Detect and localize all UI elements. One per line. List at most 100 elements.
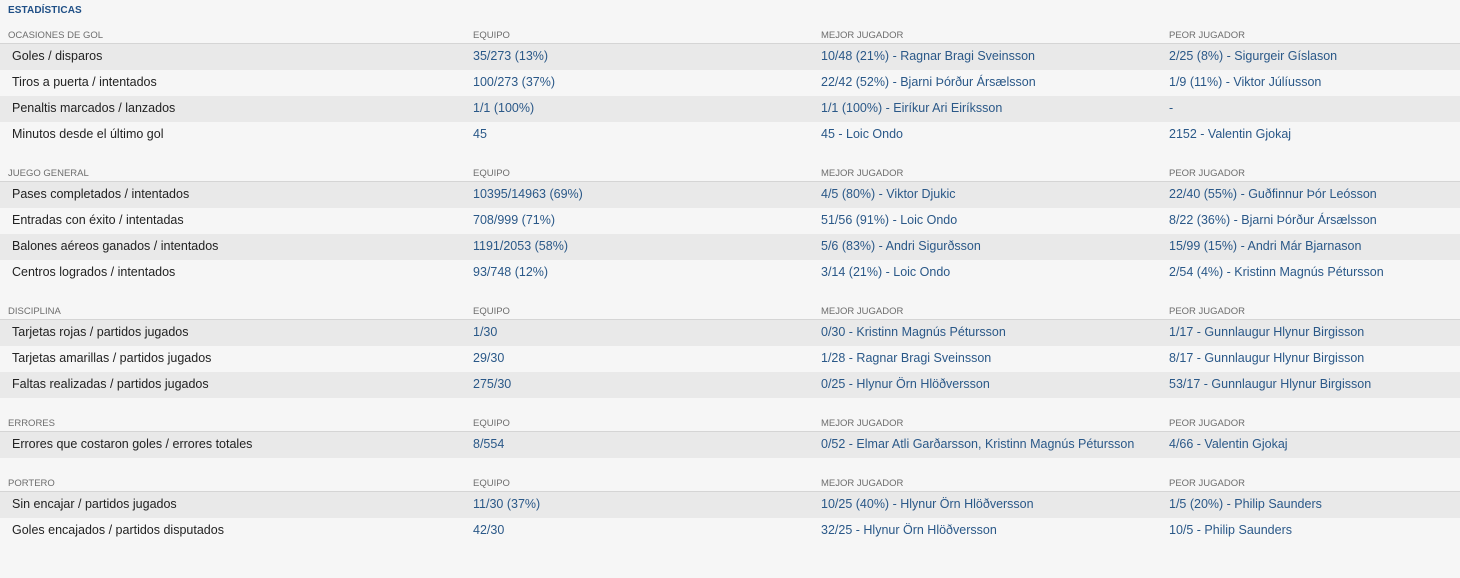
stat-row: Penaltis marcados / lanzados 1/1 (100%) 1/… xyxy=(0,96,1460,122)
worst-player-value[interactable]: 8/17 - Gunnlaugur Hlynur Birgisson xyxy=(1169,351,1364,365)
stat-row: Tarjetas amarillas / partidos jugados 29/… xyxy=(0,346,1460,372)
stat-label: Balones aéreos ganados / intentados xyxy=(12,239,219,253)
section-title: JUEGO GENERAL xyxy=(8,168,89,179)
column-header-team: EQUIPO xyxy=(473,30,510,41)
section-header: ERRORES EQUIPO MEJOR JUGADOR PEOR JUGADOR xyxy=(0,417,1460,432)
stat-label: Tiros a puerta / intentados xyxy=(12,75,157,89)
team-value: 35/273 (13%) xyxy=(473,49,549,63)
stat-label: Tarjetas rojas / partidos jugados xyxy=(12,325,189,339)
best-player-value[interactable]: 0/25 - Hlynur Örn Hlöðversson xyxy=(821,377,990,391)
stat-row: Balones aéreos ganados / intentados 1191/… xyxy=(0,234,1460,260)
team-value: 1/1 (100%) xyxy=(473,101,535,115)
stat-label: Penaltis marcados / lanzados xyxy=(12,101,176,115)
section-title: ERRORES xyxy=(8,418,55,429)
stat-label: Centros logrados / intentados xyxy=(12,265,176,279)
team-value: 29/30 xyxy=(473,351,505,365)
stat-label: Entradas con éxito / intentadas xyxy=(12,213,184,227)
column-header-worst: PEOR JUGADOR xyxy=(1169,478,1246,489)
section-disciplina: DISCIPLINA EQUIPO MEJOR JUGADOR PEOR JUGADO… xyxy=(0,305,1460,398)
worst-player-value[interactable]: 1/5 (20%) - Philip Saunders xyxy=(1169,497,1322,511)
stat-row: Centros logrados / intentados 93/748 (12%… xyxy=(0,260,1460,286)
best-player-value[interactable]: 45 - Loic Ondo xyxy=(821,127,903,141)
column-header-best: MEJOR JUGADOR xyxy=(821,306,904,317)
best-player-value[interactable]: 1/1 (100%) - Eiríkur Ari Eiríksson xyxy=(821,101,1002,115)
section-title: OCASIONES DE GOL xyxy=(8,30,104,41)
team-value: 10395/14963 (69%) xyxy=(473,187,583,201)
team-value: 708/999 (71%) xyxy=(473,213,556,227)
worst-player-value[interactable]: 1/9 (11%) - Viktor Júlíusson xyxy=(1169,75,1321,89)
column-header-team: EQUIPO xyxy=(473,478,510,489)
team-value: 275/30 xyxy=(473,377,512,391)
worst-player-value[interactable]: 1/17 - Gunnlaugur Hlynur Birgisson xyxy=(1169,325,1364,339)
section-portero: PORTERO EQUIPO MEJOR JUGADOR PEOR JUGADOR Si… xyxy=(0,477,1460,544)
team-value: 11/30 (37%) xyxy=(473,497,541,511)
stat-row: Pases completados / intentados 10395/1496… xyxy=(0,182,1460,208)
page-title: ESTADÍSTICAS xyxy=(8,5,82,16)
best-player-value[interactable]: 32/25 - Hlynur Örn Hlöðversson xyxy=(821,523,997,537)
worst-player-value[interactable]: 22/40 (55%) - Guðfinnur Þór Leósson xyxy=(1169,187,1377,201)
worst-player-value[interactable]: 53/17 - Gunnlaugur Hlynur Birgisson xyxy=(1169,377,1371,391)
team-value: 1/30 xyxy=(473,325,498,339)
section-title: DISCIPLINA xyxy=(8,306,61,317)
section-juego-general: JUEGO GENERAL EQUIPO MEJOR JUGADOR PEOR JUG… xyxy=(0,167,1460,286)
stat-row: Tarjetas rojas / partidos jugados 1/30 0/3… xyxy=(0,320,1460,346)
best-player-value[interactable]: 1/28 - Ragnar Bragi Sveinsson xyxy=(821,351,991,365)
worst-player-value[interactable]: 4/66 - Valentin Gjokaj xyxy=(1169,437,1288,451)
worst-player-value[interactable]: - xyxy=(1169,101,1173,115)
stat-row: Goles / disparos 35/273 (13%) 10/48 (21%) … xyxy=(0,44,1460,70)
stat-row: Entradas con éxito / intentadas 708/999 (… xyxy=(0,208,1460,234)
section-header: PORTERO EQUIPO MEJOR JUGADOR PEOR JUGADOR xyxy=(0,477,1460,492)
best-player-value[interactable]: 10/25 (40%) - Hlynur Örn Hlöðversson xyxy=(821,497,1034,511)
stat-label: Goles encajados / partidos disputados xyxy=(12,523,224,537)
stat-row: Faltas realizadas / partidos jugados 275/… xyxy=(0,372,1460,398)
worst-player-value[interactable]: 10/5 - Philip Saunders xyxy=(1169,523,1292,537)
stat-label: Faltas realizadas / partidos jugados xyxy=(12,377,209,391)
team-value: 42/30 xyxy=(473,523,505,537)
worst-player-value[interactable]: 2/54 (4%) - Kristinn Magnús Pétursson xyxy=(1169,265,1384,279)
best-player-value[interactable]: 5/6 (83%) - Andri Sigurðsson xyxy=(821,239,981,253)
worst-player-value[interactable]: 8/22 (36%) - Bjarni Þórður Ársælsson xyxy=(1169,213,1377,227)
team-value: 45 xyxy=(473,127,487,141)
column-header-worst: PEOR JUGADOR xyxy=(1169,168,1246,179)
section-header: JUEGO GENERAL EQUIPO MEJOR JUGADOR PEOR JUG… xyxy=(0,167,1460,182)
stat-row: Tiros a puerta / intentados 100/273 (37%)… xyxy=(0,70,1460,96)
best-player-value[interactable]: 51/56 (91%) - Loic Ondo xyxy=(821,213,957,227)
stat-label: Tarjetas amarillas / partidos jugados xyxy=(12,351,212,365)
column-header-best: MEJOR JUGADOR xyxy=(821,30,904,41)
section-header: DISCIPLINA EQUIPO MEJOR JUGADOR PEOR JUGADO… xyxy=(0,305,1460,320)
stat-row: Sin encajar / partidos jugados 11/30 (37%… xyxy=(0,492,1460,518)
stat-row: Minutos desde el último gol 45 45 - Loic O… xyxy=(0,122,1460,148)
stat-label: Sin encajar / partidos jugados xyxy=(12,497,177,511)
section-title: PORTERO xyxy=(8,478,55,489)
worst-player-value[interactable]: 2152 - Valentin Gjokaj xyxy=(1169,127,1291,141)
stat-label: Pases completados / intentados xyxy=(12,187,190,201)
column-header-worst: PEOR JUGADOR xyxy=(1169,30,1246,41)
column-header-team: EQUIPO xyxy=(473,168,510,179)
section-header: OCASIONES DE GOL EQUIPO MEJOR JUGADOR PEOR … xyxy=(0,29,1460,44)
best-player-value[interactable]: 0/52 - Elmar Atli Garðarsson, Kristinn M… xyxy=(821,437,1134,451)
column-header-worst: PEOR JUGADOR xyxy=(1169,418,1246,429)
column-header-best: MEJOR JUGADOR xyxy=(821,168,904,179)
stat-row: Errores que costaron goles / errores tot… xyxy=(0,432,1460,458)
team-value: 8/554 xyxy=(473,437,505,451)
team-value: 93/748 (12%) xyxy=(473,265,549,279)
stat-row: Goles encajados / partidos disputados 42/… xyxy=(0,518,1460,544)
section-ocasiones-de-gol: OCASIONES DE GOL EQUIPO MEJOR JUGADOR PEOR … xyxy=(0,29,1460,148)
best-player-value[interactable]: 0/30 - Kristinn Magnús Pétursson xyxy=(821,325,1006,339)
section-errores: ERRORES EQUIPO MEJOR JUGADOR PEOR JUGADOR Er… xyxy=(0,417,1460,458)
column-header-team: EQUIPO xyxy=(473,418,510,429)
best-player-value[interactable]: 3/14 (21%) - Loic Ondo xyxy=(821,265,950,279)
best-player-value[interactable]: 22/42 (52%) - Bjarni Þórður Ársælsson xyxy=(821,75,1036,89)
column-header-team: EQUIPO xyxy=(473,306,510,317)
stat-label: Goles / disparos xyxy=(12,49,103,63)
column-header-worst: PEOR JUGADOR xyxy=(1169,306,1246,317)
worst-player-value[interactable]: 15/99 (15%) - Andri Már Bjarnason xyxy=(1169,239,1361,253)
column-header-best: MEJOR JUGADOR xyxy=(821,418,904,429)
column-header-best: MEJOR JUGADOR xyxy=(821,478,904,489)
best-player-value[interactable]: 4/5 (80%) - Viktor Djukic xyxy=(821,187,956,201)
team-value: 100/273 (37%) xyxy=(473,75,556,89)
worst-player-value[interactable]: 2/25 (8%) - Sigurgeir Gíslason xyxy=(1169,49,1337,63)
best-player-value[interactable]: 10/48 (21%) - Ragnar Bragi Sveinsson xyxy=(821,49,1035,63)
team-value: 1191/2053 (58%) xyxy=(473,239,568,253)
stat-label: Minutos desde el último gol xyxy=(12,127,164,141)
